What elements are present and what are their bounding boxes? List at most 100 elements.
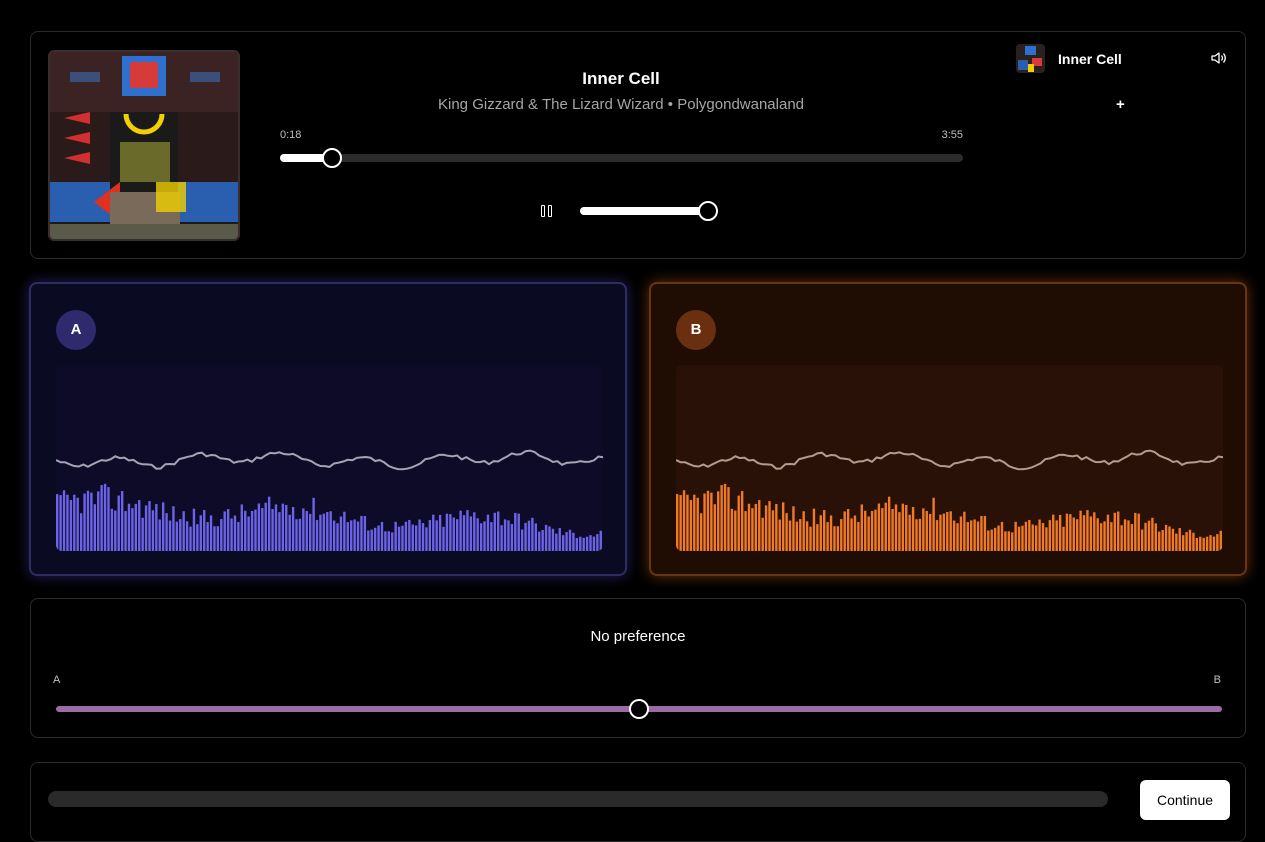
waveform-bar xyxy=(1192,532,1195,551)
waveform-bar xyxy=(233,515,237,551)
waveform-bar xyxy=(983,516,987,551)
waveform-bar xyxy=(1175,533,1178,551)
pause-button[interactable] xyxy=(538,202,558,220)
queue-track-title[interactable]: Inner Cell xyxy=(1058,51,1122,67)
progress-handle[interactable] xyxy=(322,148,343,168)
waveform-bar xyxy=(771,510,775,551)
waveform-bar xyxy=(585,536,589,551)
waveform-bar xyxy=(768,501,771,551)
pause-icon xyxy=(541,205,545,217)
waveform-bar xyxy=(1021,525,1024,551)
waveform-bar xyxy=(1140,529,1144,551)
waveform-bar xyxy=(250,510,254,551)
waveform-bar xyxy=(131,508,134,551)
waveform-bar xyxy=(1205,536,1209,551)
waveform-bar xyxy=(524,522,527,551)
waveform-bar xyxy=(288,514,291,551)
waveform-bar xyxy=(507,520,510,551)
waveform-bar xyxy=(846,509,850,551)
waveform-bar xyxy=(980,515,983,551)
waveform-bar xyxy=(527,520,531,551)
waveform-bar xyxy=(747,503,751,551)
waveform-bar xyxy=(192,508,196,551)
option-b-card[interactable]: B xyxy=(649,282,1247,576)
waveform-bar xyxy=(360,515,363,551)
waveform-bar xyxy=(833,526,836,551)
waveform-bar xyxy=(397,526,401,551)
waveform-bar xyxy=(1048,520,1052,551)
waveform-bar xyxy=(751,508,754,551)
preference-right-label: B xyxy=(1213,674,1221,686)
waveform-bar xyxy=(322,513,326,551)
waveform-bar xyxy=(1031,524,1034,551)
waveform-bar xyxy=(449,514,452,551)
waveform-bar xyxy=(1120,525,1123,551)
waveform-bar xyxy=(134,503,138,551)
waveform-bar xyxy=(1212,536,1216,551)
waveform-bar xyxy=(432,514,435,551)
waveform-bar xyxy=(79,513,83,551)
waveform-bar xyxy=(332,520,336,551)
continue-button[interactable]: Continue xyxy=(1140,780,1230,820)
waveform-bar xyxy=(514,512,517,551)
add-button[interactable]: + xyxy=(1116,96,1125,113)
waveform-bar xyxy=(302,508,305,551)
waveform-bar xyxy=(932,497,935,551)
waveform-bar xyxy=(493,512,496,551)
option-a-card[interactable]: A xyxy=(29,282,627,576)
waveform-bar xyxy=(442,526,445,551)
waveform-bar xyxy=(781,502,785,551)
waveform-bar xyxy=(1181,535,1185,551)
waveform-bar xyxy=(62,490,66,551)
waveform-bar xyxy=(291,507,295,551)
waveform-bar xyxy=(1171,528,1175,551)
waveform-bar xyxy=(240,504,243,551)
waveform-bar xyxy=(179,519,182,551)
waveform-bar xyxy=(740,491,744,551)
waveform-bar xyxy=(189,526,192,551)
waveform-bar xyxy=(305,510,308,551)
waveform-bar xyxy=(319,514,322,551)
footer-panel: Continue xyxy=(30,762,1246,842)
waveform-bar xyxy=(394,521,397,551)
waveform-bar xyxy=(455,519,459,551)
waveform-bar xyxy=(517,513,520,551)
volume-handle[interactable] xyxy=(698,201,718,221)
waveform-bar xyxy=(1164,524,1168,551)
waveform-bar xyxy=(452,517,455,551)
waveform-bar xyxy=(257,503,261,551)
waveform-bar xyxy=(579,536,582,551)
waveform-bar xyxy=(97,491,100,551)
waveform-bar xyxy=(1062,526,1065,551)
waveform-bar xyxy=(500,525,503,551)
waveform-bar xyxy=(949,511,952,551)
waveform-bar xyxy=(891,508,894,551)
waveform-bar xyxy=(267,496,271,551)
waveform-bar xyxy=(1158,531,1161,551)
waveform-bar xyxy=(384,531,387,551)
waveform-bar xyxy=(274,504,278,551)
waveform-bar xyxy=(66,494,69,551)
waveform-bar xyxy=(734,510,737,551)
preference-handle[interactable] xyxy=(629,699,649,719)
waveform-bar xyxy=(1137,513,1140,551)
waveform-bar xyxy=(870,510,874,551)
waveform-bar xyxy=(850,518,853,551)
waveform-bar xyxy=(161,502,165,551)
waveform-bar xyxy=(114,510,117,551)
waveform-bar xyxy=(298,518,302,551)
waveform-bar xyxy=(538,531,541,551)
waveform-bar xyxy=(723,483,727,551)
waveform-line xyxy=(676,449,1223,471)
volume-slider[interactable] xyxy=(580,201,718,221)
waveform-bar xyxy=(199,515,202,551)
volume-icon[interactable] xyxy=(1211,51,1227,65)
waveform-bar xyxy=(326,512,329,551)
option-a-badge: A xyxy=(56,310,96,350)
waveform-bar xyxy=(809,526,812,551)
waveform-bar xyxy=(993,527,997,551)
preference-slider[interactable] xyxy=(56,699,1222,719)
progress-bar[interactable] xyxy=(280,148,963,168)
waveform-bar xyxy=(213,526,216,551)
waveform-bar xyxy=(353,519,356,551)
